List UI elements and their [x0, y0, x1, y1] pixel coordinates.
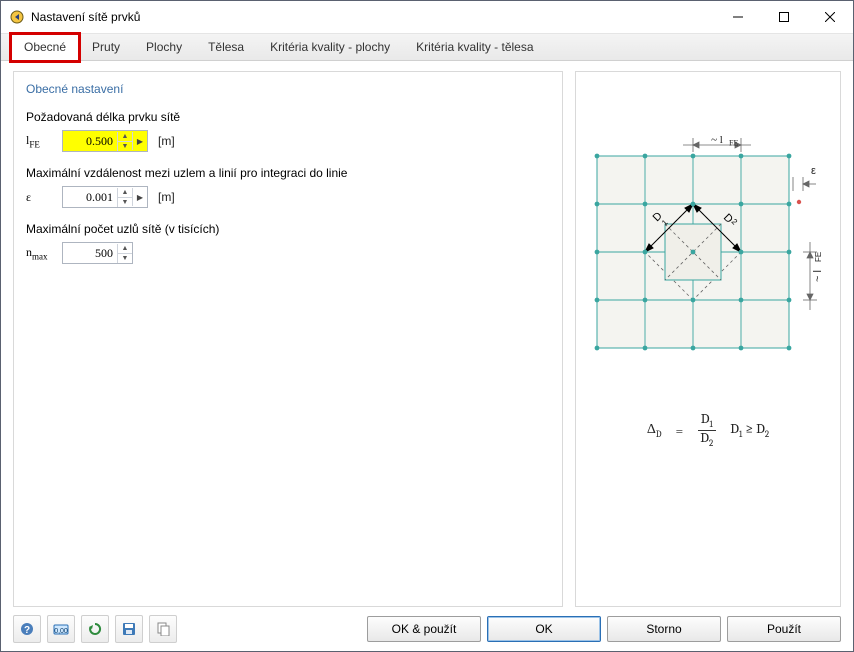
window: Nastavení sítě prvků Obecné Pruty Plochy… [0, 0, 854, 652]
field-label: Maximální vzdálenost mezi uzlem a linií … [26, 166, 550, 180]
help-button[interactable]: ? [13, 615, 41, 643]
save-default-button[interactable] [115, 615, 143, 643]
symbol-lfe: lFE [26, 133, 56, 149]
stepper-button[interactable]: ▶ [132, 188, 147, 206]
target-length-spinner[interactable]: ▲▼ ▶ [62, 130, 148, 152]
titlebar: Nastavení sítě prvků [1, 1, 853, 34]
apply-button[interactable]: Použít [727, 616, 841, 642]
reset-button[interactable] [81, 615, 109, 643]
left-panel: Obecné nastavení Požadovaná délka prvku … [13, 71, 563, 607]
spin-buttons[interactable]: ▲▼ [117, 244, 132, 263]
nmax-input[interactable] [63, 244, 117, 262]
unit-m: [m] [158, 134, 175, 148]
svg-text:ε: ε [811, 165, 816, 177]
spin-buttons[interactable]: ▲▼ [117, 188, 132, 207]
section-title: Obecné nastavení [26, 82, 550, 96]
symbol-epsilon: ε [26, 190, 56, 205]
app-icon [9, 9, 25, 25]
svg-text:0,00: 0,00 [54, 628, 68, 635]
delta-d: ΔD [647, 420, 662, 440]
target-length-input[interactable] [63, 132, 117, 150]
tab-members[interactable]: Pruty [79, 34, 133, 60]
units-button[interactable]: 0,00 [47, 615, 75, 643]
tab-surfaces[interactable]: Plochy [133, 34, 195, 60]
symbol-nmax: nmax [26, 245, 56, 261]
diagram: ~ l FE ε [593, 132, 823, 449]
tab-solids[interactable]: Tělesa [195, 34, 257, 60]
svg-text:FE: FE [729, 139, 738, 148]
footer: ? 0,00 OK & použít OK Storno Použít [1, 607, 853, 651]
dialog-body: Obecné nastavení Požadovaná délka prvku … [1, 61, 853, 607]
close-button[interactable] [807, 1, 853, 33]
nmax-spinner[interactable]: ▲▼ [62, 242, 133, 264]
maximize-button[interactable] [761, 1, 807, 33]
svg-text:FE: FE [814, 252, 823, 262]
mesh-diagram: ~ l FE ε [593, 132, 823, 382]
svg-text:~ l: ~ l [711, 134, 723, 146]
field-label: Maximální počet uzlů sítě (v tisících) [26, 222, 550, 236]
tabstrip: Obecné Pruty Plochy Tělesa Kritéria kval… [1, 34, 853, 61]
fraction: D1 D2 [697, 412, 716, 449]
tab-general[interactable]: Obecné [11, 34, 79, 61]
epsilon-spinner[interactable]: ▲▼ ▶ [62, 186, 148, 208]
tab-quality-surfaces[interactable]: Kritéria kvality - plochy [257, 34, 403, 60]
tab-quality-solids[interactable]: Kritéria kvality - tělesa [403, 34, 546, 60]
formula: ΔD = D1 D2 D1 ≥ D2 [647, 412, 769, 449]
copy-button[interactable] [149, 615, 177, 643]
stepper-button[interactable]: ▶ [132, 132, 147, 150]
svg-text:~ l: ~ l [812, 270, 823, 282]
ok-button[interactable]: OK [487, 616, 601, 642]
spin-buttons[interactable]: ▲▼ [117, 132, 132, 151]
condition: D1 ≥ D2 [730, 420, 769, 440]
window-title: Nastavení sítě prvků [31, 10, 140, 24]
field-label: Požadovaná délka prvku sítě [26, 110, 550, 124]
unit-m: [m] [158, 190, 175, 204]
ok-apply-button[interactable]: OK & použít [367, 616, 481, 642]
field-target-length: Požadovaná délka prvku sítě lFE ▲▼ ▶ [m] [26, 110, 550, 152]
right-panel: ~ l FE ε [575, 71, 841, 607]
minimize-button[interactable] [715, 1, 761, 33]
epsilon-input[interactable] [63, 188, 117, 206]
cancel-button[interactable]: Storno [607, 616, 721, 642]
field-epsilon: Maximální vzdálenost mezi uzlem a linií … [26, 166, 550, 208]
svg-text:?: ? [24, 625, 30, 636]
field-nmax: Maximální počet uzlů sítě (v tisících) n… [26, 222, 550, 264]
